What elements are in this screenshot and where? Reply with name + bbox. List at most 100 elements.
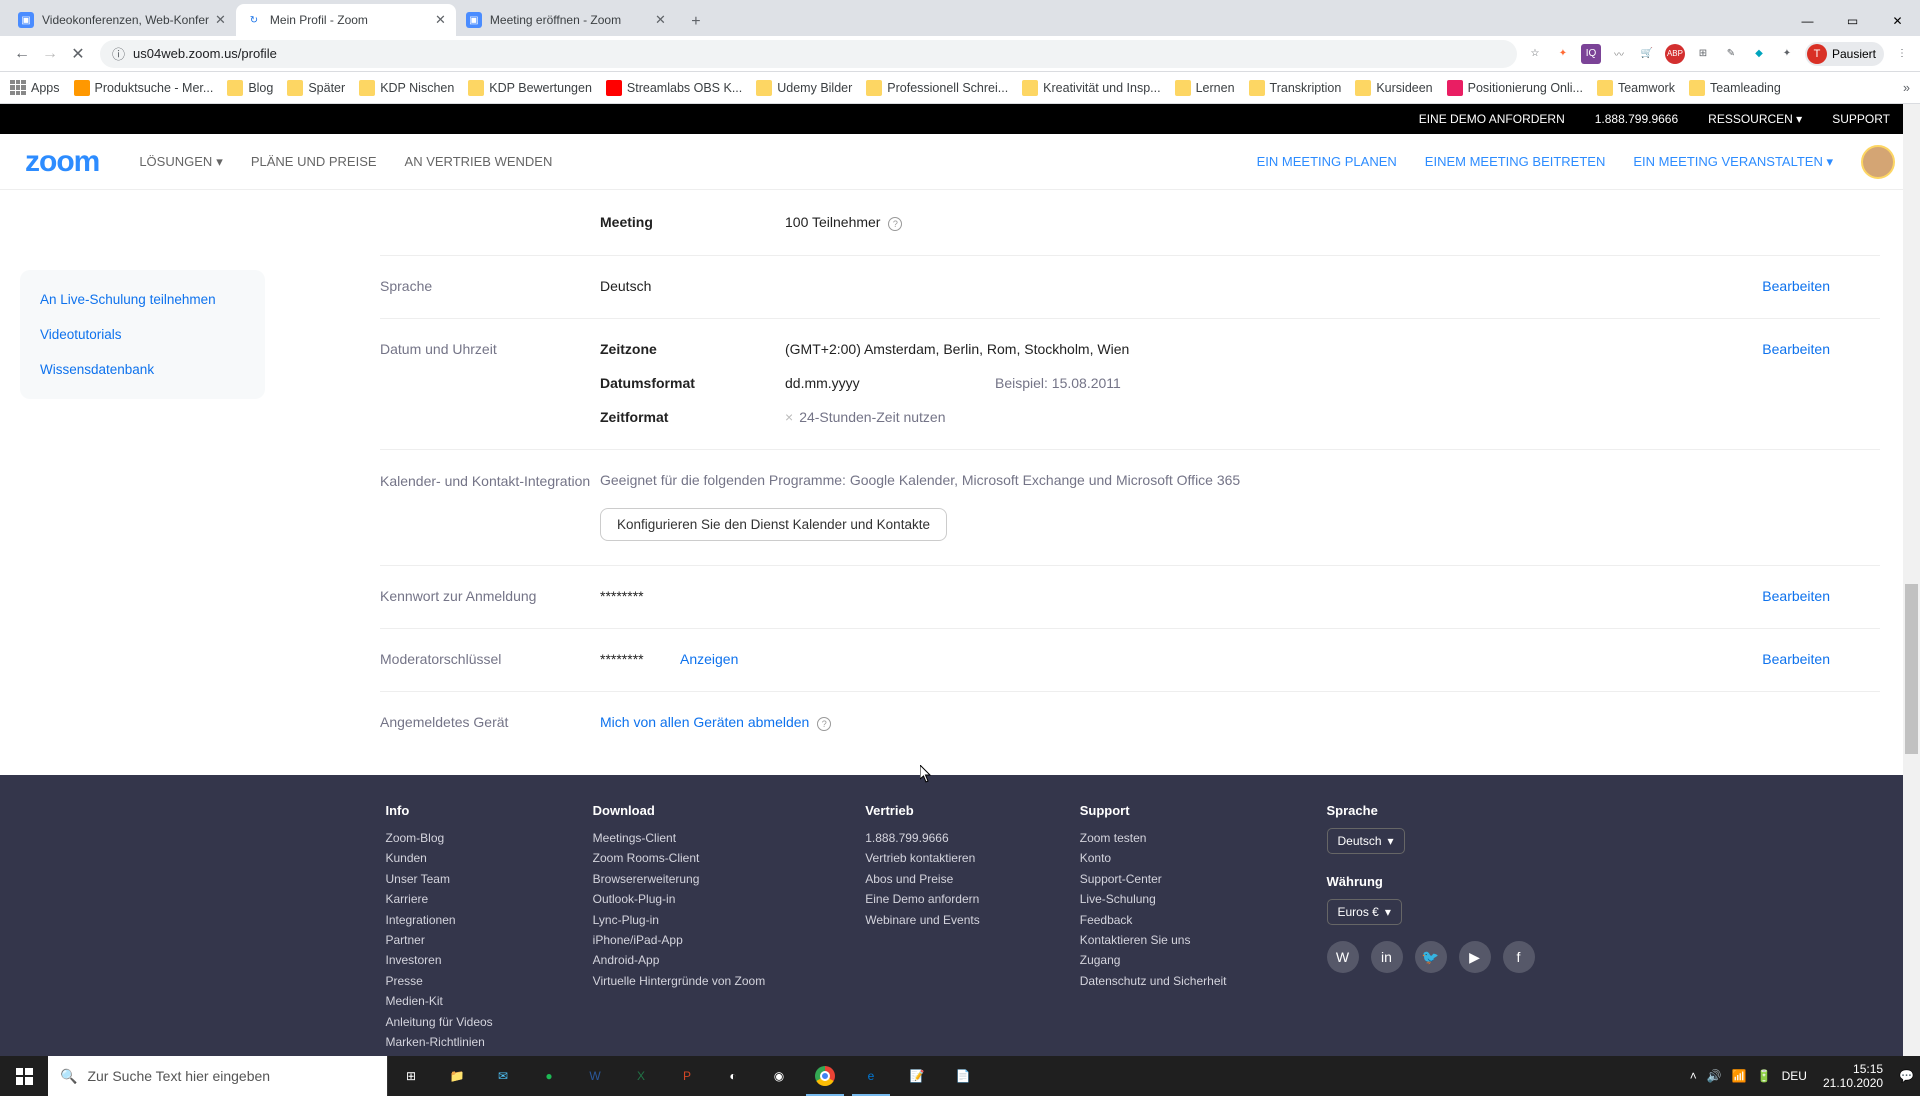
taskbar-search[interactable]: 🔍 Zur Suche Text hier eingeben: [48, 1056, 388, 1096]
nav-schedule[interactable]: EIN MEETING PLANEN: [1257, 154, 1397, 169]
footer-link[interactable]: Browsererweiterung: [593, 869, 766, 889]
back-button[interactable]: ←: [8, 40, 36, 68]
phone-link[interactable]: 1.888.799.9666: [1595, 112, 1678, 126]
bookmark-item[interactable]: KDP Nischen: [359, 80, 454, 96]
taskbar-app-explorer[interactable]: 📁: [434, 1056, 480, 1096]
extension-icon[interactable]: IQ: [1581, 44, 1601, 64]
taskbar-app[interactable]: ◐: [710, 1056, 756, 1096]
sidebar-item-tutorials[interactable]: Videotutorials: [20, 317, 265, 352]
footer-link[interactable]: Anleitung für Videos: [385, 1012, 492, 1032]
youtube-icon[interactable]: ▶: [1459, 941, 1491, 973]
nav-solutions[interactable]: LÖSUNGEN ▾: [139, 154, 223, 170]
footer-link[interactable]: Medien-Kit: [385, 991, 492, 1011]
footer-link[interactable]: 1.888.799.9666: [865, 828, 980, 848]
resources-dropdown[interactable]: RESSOURCEN ▾: [1708, 112, 1802, 126]
footer-link[interactable]: Zoom Rooms-Client: [593, 848, 766, 868]
close-icon[interactable]: ✕: [215, 12, 226, 28]
tray-wifi-icon[interactable]: 📶: [1732, 1069, 1747, 1083]
twitter-icon[interactable]: 🐦: [1415, 941, 1447, 973]
close-icon[interactable]: ✕: [435, 12, 446, 28]
browser-tab-0[interactable]: ▣ Videokonferenzen, Web-Konfer ✕: [8, 4, 236, 36]
currency-select[interactable]: Euros € ▾: [1327, 899, 1402, 925]
support-link[interactable]: SUPPORT: [1832, 112, 1890, 126]
sidebar-item-kb[interactable]: Wissensdatenbank: [20, 352, 265, 387]
taskbar-app[interactable]: 📄: [940, 1056, 986, 1096]
browser-tab-2[interactable]: ▣ Meeting eröffnen - Zoom ✕: [456, 4, 676, 36]
taskbar-app-obs[interactable]: ◉: [756, 1056, 802, 1096]
edit-hostkey-link[interactable]: Bearbeiten: [1762, 651, 1880, 667]
bookmark-item[interactable]: Transkription: [1249, 80, 1342, 96]
zoom-logo[interactable]: zoom: [25, 145, 99, 179]
bookmark-item[interactable]: Kreativität und Insp...: [1022, 80, 1160, 96]
edit-password-link[interactable]: Bearbeiten: [1762, 588, 1880, 604]
help-icon[interactable]: ?: [888, 217, 902, 231]
footer-link[interactable]: Live-Schulung: [1080, 889, 1227, 909]
taskbar-app-edge[interactable]: e: [848, 1056, 894, 1096]
configure-calendar-button[interactable]: Konfigurieren Sie den Dienst Kalender un…: [600, 508, 947, 541]
taskbar-app-word[interactable]: W: [572, 1056, 618, 1096]
tray-volume-icon[interactable]: 🔊: [1707, 1069, 1722, 1083]
footer-link[interactable]: iPhone/iPad-App: [593, 930, 766, 950]
bookmark-item[interactable]: Udemy Bilder: [756, 80, 852, 96]
footer-link[interactable]: Feedback: [1080, 910, 1227, 930]
extension-icon[interactable]: ✎: [1721, 44, 1741, 64]
bookmark-item[interactable]: Kursideen: [1355, 80, 1432, 96]
bookmark-item[interactable]: Später: [287, 80, 345, 96]
bookmark-item[interactable]: Blog: [227, 80, 273, 96]
bookmark-item[interactable]: Teamleading: [1689, 80, 1781, 96]
footer-link[interactable]: Virtuelle Hintergründe von Zoom: [593, 971, 766, 991]
nav-sales[interactable]: AN VERTRIEB WENDEN: [405, 154, 553, 170]
taskbar-app-notepad[interactable]: 📝: [894, 1056, 940, 1096]
footer-link[interactable]: Kunden: [385, 848, 492, 868]
footer-link[interactable]: Webinare und Events: [865, 910, 980, 930]
nav-plans[interactable]: PLÄNE UND PREISE: [251, 154, 377, 170]
footer-link[interactable]: Investoren: [385, 950, 492, 970]
taskbar-clock[interactable]: 15:15 21.10.2020: [1817, 1062, 1889, 1091]
bookmark-item[interactable]: Lernen: [1175, 80, 1235, 96]
new-tab-button[interactable]: +: [682, 8, 710, 36]
footer-link[interactable]: Unser Team: [385, 869, 492, 889]
maximize-button[interactable]: ▭: [1830, 6, 1875, 36]
footer-link[interactable]: Android-App: [593, 950, 766, 970]
extension-icon[interactable]: 〰: [1609, 44, 1629, 64]
forward-button[interactable]: →: [36, 40, 64, 68]
bookmark-item[interactable]: Positionierung Onli...: [1447, 80, 1583, 96]
taskbar-app-excel[interactable]: X: [618, 1056, 664, 1096]
wordpress-icon[interactable]: W: [1327, 941, 1359, 973]
menu-icon[interactable]: ⋮: [1892, 44, 1912, 64]
extensions-menu-icon[interactable]: ✦: [1777, 44, 1797, 64]
footer-link[interactable]: Vertrieb kontaktieren: [865, 848, 980, 868]
tray-language[interactable]: DEU: [1782, 1069, 1807, 1083]
start-button[interactable]: [0, 1056, 48, 1096]
footer-link[interactable]: Lync-Plug-in: [593, 910, 766, 930]
footer-link[interactable]: Presse: [385, 971, 492, 991]
browser-tab-1[interactable]: ↻ Mein Profil - Zoom ✕: [236, 4, 456, 36]
taskbar-app-mail[interactable]: ✉: [480, 1056, 526, 1096]
taskbar-app-spotify[interactable]: ●: [526, 1056, 572, 1096]
extension-icon[interactable]: ◆: [1749, 44, 1769, 64]
bookmark-item[interactable]: KDP Bewertungen: [468, 80, 592, 96]
taskbar-app-powerpoint[interactable]: P: [664, 1056, 710, 1096]
linkedin-icon[interactable]: in: [1371, 941, 1403, 973]
show-hostkey-link[interactable]: Anzeigen: [680, 651, 738, 667]
close-window-button[interactable]: ✕: [1875, 6, 1920, 36]
edit-language-link[interactable]: Bearbeiten: [1762, 278, 1880, 294]
site-info-icon[interactable]: ⓘ: [112, 44, 125, 63]
nav-host-dropdown[interactable]: EIN MEETING VERANSTALTEN ▾: [1633, 154, 1833, 170]
footer-link[interactable]: Zugang: [1080, 950, 1227, 970]
footer-link[interactable]: Karriere: [385, 889, 492, 909]
bookmark-item[interactable]: Professionell Schrei...: [866, 80, 1008, 96]
footer-link[interactable]: Meetings-Client: [593, 828, 766, 848]
minimize-button[interactable]: —: [1785, 6, 1830, 36]
facebook-icon[interactable]: f: [1503, 941, 1535, 973]
scrollbar[interactable]: [1903, 104, 1920, 1056]
user-avatar[interactable]: [1861, 145, 1895, 179]
footer-link[interactable]: Abos und Preise: [865, 869, 980, 889]
url-input[interactable]: ⓘ us04web.zoom.us/profile: [100, 40, 1517, 68]
footer-link[interactable]: Konto: [1080, 848, 1227, 868]
task-view-icon[interactable]: ⊞: [388, 1056, 434, 1096]
scrollbar-thumb[interactable]: [1905, 584, 1918, 754]
footer-link[interactable]: Zoom testen: [1080, 828, 1227, 848]
bookmark-item[interactable]: Produktsuche - Mer...: [74, 80, 214, 96]
signout-all-link[interactable]: Mich von allen Geräten abmelden ?: [600, 714, 831, 731]
